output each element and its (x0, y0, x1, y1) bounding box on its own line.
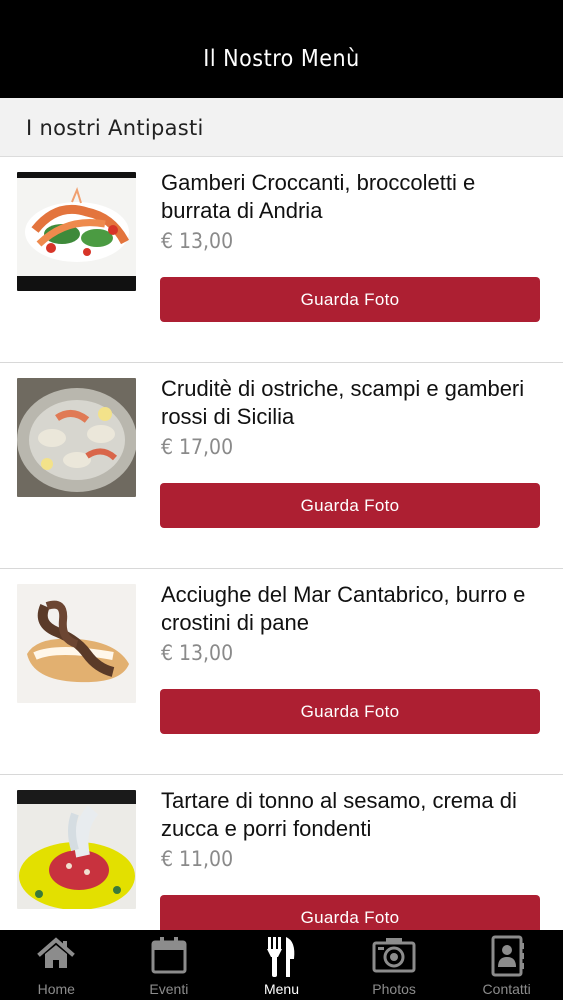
dish-price: € 13,00 (161, 229, 234, 253)
tab-eventi[interactable]: Eventi (113, 930, 226, 1000)
menu-item: Acciughe del Mar Cantabrico, burro e cro… (0, 569, 563, 775)
dish-name: Tartare di tonno al sesamo, crema di zuc… (161, 788, 517, 841)
fork-knife-icon (262, 935, 300, 984)
tab-home[interactable]: Home (0, 930, 113, 1000)
app-header: Il Nostro Menù (0, 0, 563, 98)
tab-contatti[interactable]: Contatti (450, 930, 563, 1000)
dish-price: € 11,00 (161, 847, 234, 871)
dish-price: € 17,00 (161, 435, 234, 459)
tab-bar: Home Eventi Menu Photos Contatti (0, 930, 563, 1000)
page-title: Il Nostro Menù (203, 46, 360, 72)
menu-item: Tartare di tonno al sesamo, crema di zuc… (0, 775, 563, 930)
tab-menu[interactable]: Menu (225, 930, 338, 1000)
tab-label: Contatti (482, 981, 531, 997)
dish-photo[interactable] (17, 584, 136, 703)
section-header: I nostri Antipasti (0, 98, 563, 157)
section-title: I nostri Antipasti (26, 116, 204, 140)
dish-photo[interactable] (17, 172, 136, 291)
tab-label: Eventi (149, 981, 189, 997)
tab-label: Menu (263, 981, 299, 997)
tab-label: Photos (372, 981, 416, 997)
menu-item: Cruditè di ostriche, scampi e gamberi ro… (0, 363, 563, 569)
contacts-icon (488, 935, 526, 982)
view-photo-button[interactable]: Guarda Foto (160, 483, 540, 528)
view-photo-button[interactable]: Guarda Foto (160, 277, 540, 322)
dish-name: Cruditè di ostriche, scampi e gamberi ro… (161, 376, 525, 429)
view-photo-button[interactable]: Guarda Foto (160, 895, 540, 930)
calendar-icon (150, 935, 188, 980)
dish-name: Gamberi Croccanti, broccoletti e burrata… (161, 170, 476, 223)
dish-photo[interactable] (17, 790, 136, 909)
tab-label: Home (37, 981, 75, 997)
view-photo-button[interactable]: Guarda Foto (160, 689, 540, 734)
dish-photo[interactable] (17, 378, 136, 497)
camera-icon (372, 935, 416, 980)
home-icon (37, 935, 76, 978)
dish-name: Acciughe del Mar Cantabrico, burro e cro… (161, 582, 526, 635)
tab-photos[interactable]: Photos (338, 930, 451, 1000)
menu-content[interactable]: I nostri Antipasti Gamberi Croccanti, br… (0, 98, 563, 930)
menu-item: Gamberi Croccanti, broccoletti e burrata… (0, 157, 563, 363)
dish-price: € 13,00 (161, 641, 234, 665)
